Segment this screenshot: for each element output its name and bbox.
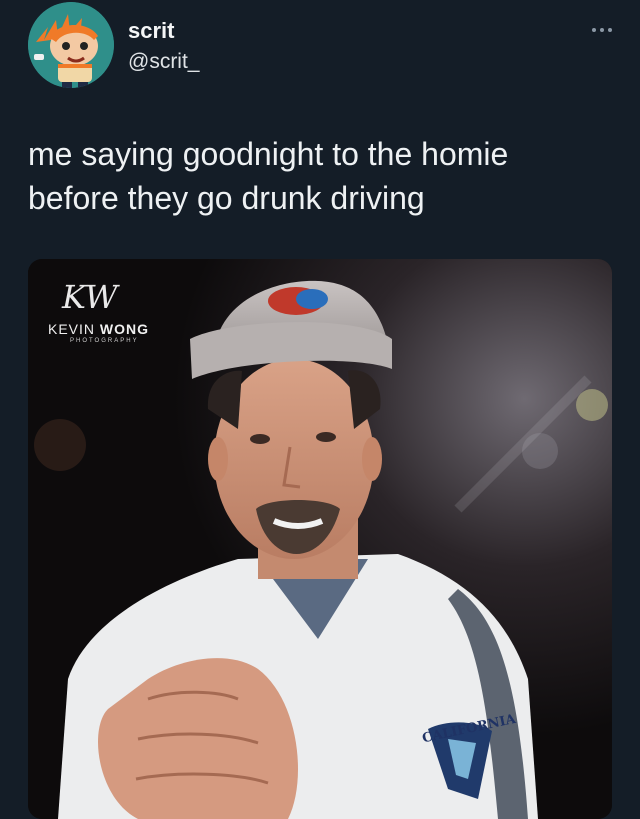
tweet-text: me saying goodnight to the homie before … xyxy=(28,136,509,216)
photo-watermark: KW KEVIN WONG PHOTOGRAPHY xyxy=(48,279,149,344)
watermark-first-name: KEVIN xyxy=(48,321,96,337)
avatar[interactable] xyxy=(28,2,114,88)
display-name[interactable]: scrit xyxy=(128,18,174,44)
more-options-icon[interactable] xyxy=(584,20,620,40)
watermark-subtitle: PHOTOGRAPHY xyxy=(70,338,139,344)
tweet-header: scrit @scrit_ xyxy=(0,0,640,100)
watermark-last-name: WONG xyxy=(99,321,150,337)
user-handle[interactable]: @scrit_ xyxy=(128,50,200,74)
cartoon-avatar-icon xyxy=(28,2,114,88)
tweet-photo[interactable]: CALIFORNIA KW KEVIN WONG PHOTOGRAPHY xyxy=(28,259,612,819)
watermark-script: KW xyxy=(62,278,118,316)
watermark-name: KEVIN WONG xyxy=(48,321,149,337)
